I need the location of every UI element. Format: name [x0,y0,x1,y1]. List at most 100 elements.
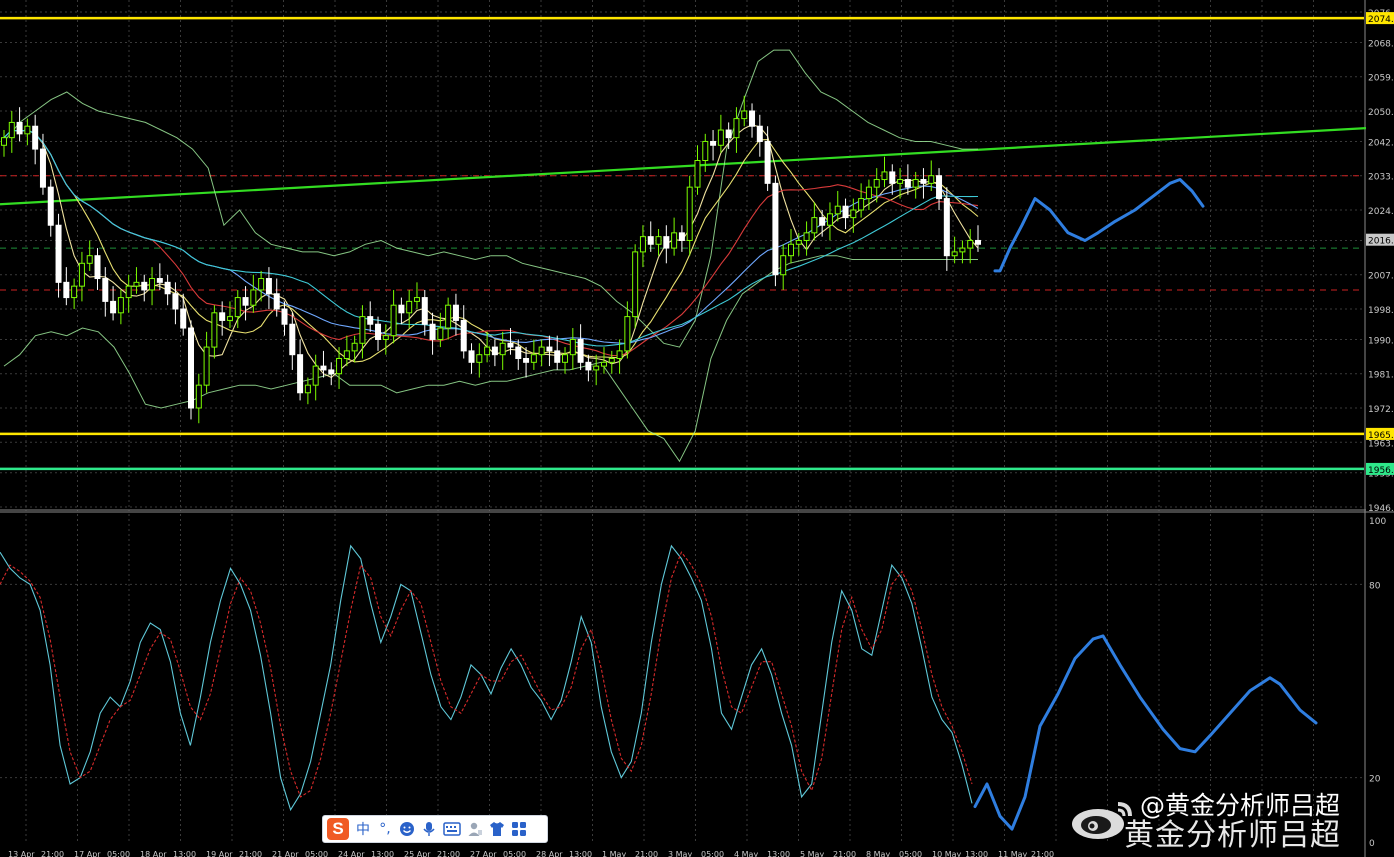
candle-body[interactable] [865,186,872,200]
candle-body[interactable] [554,350,561,363]
candle-body[interactable] [117,297,124,314]
candle-body[interactable] [86,255,93,264]
candle-body[interactable] [523,358,530,363]
candle-body[interactable] [780,255,787,276]
candle-body[interactable] [873,179,880,188]
candle-body[interactable] [562,354,569,363]
candle-body[interactable] [180,308,187,329]
candle-body[interactable] [421,297,428,325]
candle-body[interactable] [219,312,226,321]
candle-body[interactable] [460,319,467,352]
candle-body[interactable] [842,205,849,219]
candle-body[interactable] [110,300,117,314]
candle-body[interactable] [211,312,218,348]
candle-body[interactable] [78,262,85,287]
candle-body[interactable] [336,358,343,375]
candle-body[interactable] [250,289,257,306]
candle-body[interactable] [593,365,600,371]
candle-body[interactable] [717,129,724,146]
candle-body[interactable] [195,384,202,409]
candle-body[interactable] [577,338,584,363]
grid-icon[interactable] [511,819,527,839]
candle-body[interactable] [437,327,444,340]
candle-body[interactable] [499,342,506,356]
candle-body[interactable] [608,358,615,363]
candle-body[interactable] [71,285,78,299]
keyboard-icon[interactable] [443,819,461,839]
candle-body[interactable] [920,179,927,184]
candle-body[interactable] [975,239,981,245]
candle-body[interactable] [102,278,109,302]
candle-body[interactable] [647,236,654,245]
candle-body[interactable] [188,327,195,409]
candle-body[interactable] [125,285,132,299]
candle-body[interactable] [226,316,233,321]
sogou-logo-icon[interactable]: S [327,818,349,840]
candle-body[interactable] [819,217,826,226]
candle-body[interactable] [616,350,623,359]
candle-body[interactable] [710,140,717,146]
candle-body[interactable] [889,171,896,184]
candle-body[interactable] [826,213,833,226]
candle-body[interactable] [904,179,911,188]
candle-body[interactable] [967,239,974,249]
candle-body[interactable] [803,232,810,241]
candle-body[interactable] [164,281,171,295]
candle-body[interactable] [741,110,748,120]
candle-body[interactable] [858,198,865,211]
candle-body[interactable] [47,186,54,226]
candle-body[interactable] [312,365,319,386]
candle-body[interactable] [406,300,413,314]
candle-body[interactable] [585,361,592,371]
candle-body[interactable] [8,121,15,139]
candle-body[interactable] [375,323,382,340]
candle-body[interactable] [258,278,265,291]
candle-body[interactable] [959,247,966,253]
ime-language-toggle[interactable]: 中 [355,819,371,839]
candle-body[interactable] [149,278,156,291]
candle-body[interactable] [351,342,358,352]
candle-body[interactable] [234,297,241,318]
candle-body[interactable] [367,316,374,325]
candle-body[interactable] [94,255,101,280]
candle-body[interactable] [764,140,771,184]
candle-body[interactable] [632,251,639,318]
candle-body[interactable] [678,232,685,241]
candle-body[interactable] [850,209,857,219]
candle-body[interactable] [515,346,522,360]
candle-body[interactable] [787,243,794,257]
ime-toolbar[interactable]: S 中 °, [322,815,548,843]
candle-body[interactable] [546,346,553,352]
candle-body[interactable] [203,346,210,386]
candle-body[interactable] [897,179,904,184]
microphone-icon[interactable] [421,819,437,839]
candle-body[interactable] [491,346,498,356]
candle-body[interactable] [382,335,389,340]
candle-body[interactable] [694,160,701,188]
candle-body[interactable] [398,304,405,314]
candle-body[interactable] [273,293,280,310]
candle-body[interactable] [304,384,311,394]
candle-body[interactable] [725,129,732,139]
candle-body[interactable] [951,251,958,257]
candle-body[interactable] [484,346,491,356]
candle-body[interactable] [686,186,693,241]
candle-body[interactable] [63,281,70,299]
candle-body[interactable] [468,350,475,363]
ime-punctuation-toggle[interactable]: °, [377,819,393,839]
candle-body[interactable] [834,205,841,215]
candle-body[interactable] [429,323,436,340]
candle-body[interactable] [320,365,327,371]
candle-body[interactable] [445,304,452,329]
candle-body[interactable] [663,236,670,249]
candle-body[interactable] [772,182,779,276]
candle-body[interactable] [242,297,249,306]
candle-body[interactable] [24,125,31,135]
candle-body[interactable] [811,217,818,234]
candle-body[interactable] [881,171,888,181]
candle-body[interactable] [413,297,420,302]
candle-body[interactable] [476,354,483,363]
candle-body[interactable] [32,125,39,150]
candle-body[interactable] [655,236,662,245]
candle-body[interactable] [600,361,607,367]
